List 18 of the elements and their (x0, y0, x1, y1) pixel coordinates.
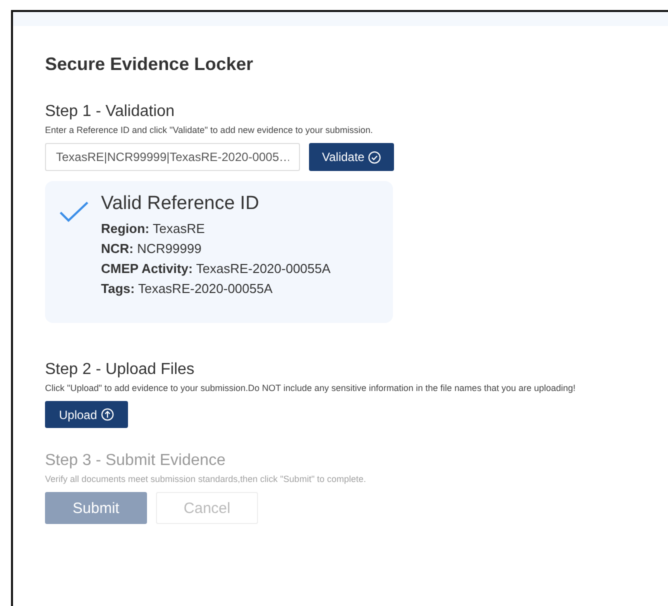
checkmark-icon (59, 201, 89, 223)
upload-button[interactable]: Upload (45, 401, 128, 428)
page-title: Secure Evidence Locker (45, 54, 254, 75)
step-description: Click "Upload" to add evidence to your submission.Do NOT include any sensitive information in the file names that you are uploading! (45, 383, 577, 393)
check-circle-icon (368, 150, 382, 164)
result-title: Valid Reference ID (101, 193, 260, 215)
detail-line: Tags: TexasRE-2020-00055A (101, 280, 274, 298)
step-description: Verify all documents meet submission standards,then click "Submit" to complete. (45, 474, 368, 484)
step-description: Enter a Reference ID and click "Validate" to add new evidence to your submission. (45, 125, 374, 135)
reference-id-field[interactable]: TexasRE|NCR99999|TexasRE-2020-0005… (45, 143, 300, 171)
upload-circle-icon (101, 408, 114, 421)
detail-line: NCR: NCR99999 (101, 240, 202, 258)
validation-button[interactable]: Validate (309, 143, 394, 171)
detail-line: Region: TexasRE (101, 220, 206, 238)
step-heading: Step 3 - Submit Evidence (45, 452, 227, 470)
step-heading: Step 1 - Validation (45, 103, 176, 121)
step-heading: Step 2 - Upload Files (45, 361, 196, 379)
detail-line: CMEP Activity: TexasRE-2020-00055A (101, 260, 331, 278)
